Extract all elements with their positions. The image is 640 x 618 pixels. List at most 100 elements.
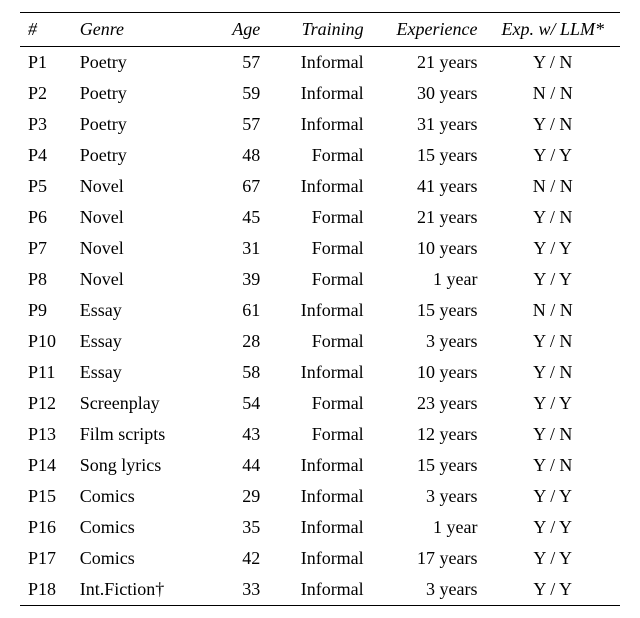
cell-genre: Poetry [72, 78, 206, 109]
cell-experience: 31 years [372, 109, 486, 140]
cell-training: Formal [268, 264, 371, 295]
cell-experience: 15 years [372, 450, 486, 481]
cell-age: 48 [206, 140, 268, 171]
table-row: P15Comics29Informal3 yearsY / Y [20, 481, 620, 512]
table-row: P17Comics42Informal17 yearsY / Y [20, 543, 620, 574]
cell-training: Informal [268, 171, 371, 202]
cell-training: Formal [268, 202, 371, 233]
cell-id: P7 [20, 233, 72, 264]
cell-experience: 15 years [372, 140, 486, 171]
cell-age: 57 [206, 109, 268, 140]
cell-age: 33 [206, 574, 268, 606]
col-header-genre: Genre [72, 13, 206, 47]
cell-genre: Comics [72, 543, 206, 574]
cell-llm: Y / Y [485, 264, 620, 295]
cell-id: P4 [20, 140, 72, 171]
cell-age: 35 [206, 512, 268, 543]
table-row: P2Poetry59Informal30 yearsN / N [20, 78, 620, 109]
table-row: P7Novel31Formal10 yearsY / Y [20, 233, 620, 264]
cell-training: Informal [268, 109, 371, 140]
cell-age: 31 [206, 233, 268, 264]
cell-id: P3 [20, 109, 72, 140]
cell-genre: Film scripts [72, 419, 206, 450]
cell-llm: Y / Y [485, 481, 620, 512]
cell-age: 59 [206, 78, 268, 109]
cell-genre: Screenplay [72, 388, 206, 419]
cell-training: Formal [268, 326, 371, 357]
table-header-row: # Genre Age Training Experience Exp. w/ … [20, 13, 620, 47]
cell-age: 67 [206, 171, 268, 202]
cell-age: 44 [206, 450, 268, 481]
cell-llm: Y / Y [485, 233, 620, 264]
cell-age: 42 [206, 543, 268, 574]
cell-age: 29 [206, 481, 268, 512]
col-header-id: # [20, 13, 72, 47]
col-header-experience: Experience [372, 13, 486, 47]
cell-genre: Comics [72, 481, 206, 512]
cell-genre: Essay [72, 357, 206, 388]
cell-llm: Y / N [485, 357, 620, 388]
cell-training: Informal [268, 481, 371, 512]
table-row: P12Screenplay54Formal23 yearsY / Y [20, 388, 620, 419]
cell-id: P6 [20, 202, 72, 233]
cell-training: Informal [268, 574, 371, 606]
cell-experience: 3 years [372, 326, 486, 357]
cell-experience: 41 years [372, 171, 486, 202]
cell-id: P2 [20, 78, 72, 109]
cell-llm: N / N [485, 171, 620, 202]
cell-id: P11 [20, 357, 72, 388]
cell-training: Informal [268, 357, 371, 388]
cell-genre: Poetry [72, 140, 206, 171]
cell-llm: Y / N [485, 109, 620, 140]
cell-training: Informal [268, 78, 371, 109]
cell-id: P16 [20, 512, 72, 543]
cell-experience: 23 years [372, 388, 486, 419]
cell-age: 43 [206, 419, 268, 450]
cell-training: Informal [268, 543, 371, 574]
cell-llm: N / N [485, 295, 620, 326]
table-row: P6Novel45Formal21 yearsY / N [20, 202, 620, 233]
table-row: P9Essay61Informal15 yearsN / N [20, 295, 620, 326]
table-row: P3Poetry57Informal31 yearsY / N [20, 109, 620, 140]
cell-training: Informal [268, 512, 371, 543]
cell-training: Informal [268, 47, 371, 79]
cell-llm: Y / N [485, 202, 620, 233]
cell-id: P10 [20, 326, 72, 357]
table-row: P16Comics35Informal1 yearY / Y [20, 512, 620, 543]
cell-training: Formal [268, 419, 371, 450]
cell-experience: 12 years [372, 419, 486, 450]
cell-genre: Essay [72, 295, 206, 326]
col-header-age: Age [206, 13, 268, 47]
cell-id: P13 [20, 419, 72, 450]
table-row: P13Film scripts43Formal12 yearsY / N [20, 419, 620, 450]
cell-experience: 1 year [372, 512, 486, 543]
cell-llm: N / N [485, 78, 620, 109]
cell-genre: Song lyrics [72, 450, 206, 481]
cell-llm: Y / N [485, 47, 620, 79]
cell-genre: Novel [72, 202, 206, 233]
cell-age: 45 [206, 202, 268, 233]
cell-id: P9 [20, 295, 72, 326]
table-row: P18Int.Fiction†33Informal3 yearsY / Y [20, 574, 620, 606]
cell-age: 57 [206, 47, 268, 79]
table-row: P1Poetry57Informal21 yearsY / N [20, 47, 620, 79]
cell-genre: Novel [72, 264, 206, 295]
table-row: P11Essay58Informal10 yearsY / N [20, 357, 620, 388]
cell-id: P1 [20, 47, 72, 79]
cell-llm: Y / Y [485, 140, 620, 171]
cell-experience: 30 years [372, 78, 486, 109]
cell-experience: 15 years [372, 295, 486, 326]
cell-llm: Y / Y [485, 543, 620, 574]
table-body: P1Poetry57Informal21 yearsY / NP2Poetry5… [20, 47, 620, 606]
table-row: P4Poetry48Formal15 yearsY / Y [20, 140, 620, 171]
cell-age: 28 [206, 326, 268, 357]
cell-llm: Y / Y [485, 388, 620, 419]
cell-experience: 21 years [372, 47, 486, 79]
cell-genre: Poetry [72, 47, 206, 79]
cell-genre: Comics [72, 512, 206, 543]
cell-training: Informal [268, 295, 371, 326]
cell-age: 54 [206, 388, 268, 419]
table-row: P14Song lyrics44Informal15 yearsY / N [20, 450, 620, 481]
cell-id: P12 [20, 388, 72, 419]
cell-llm: Y / N [485, 419, 620, 450]
